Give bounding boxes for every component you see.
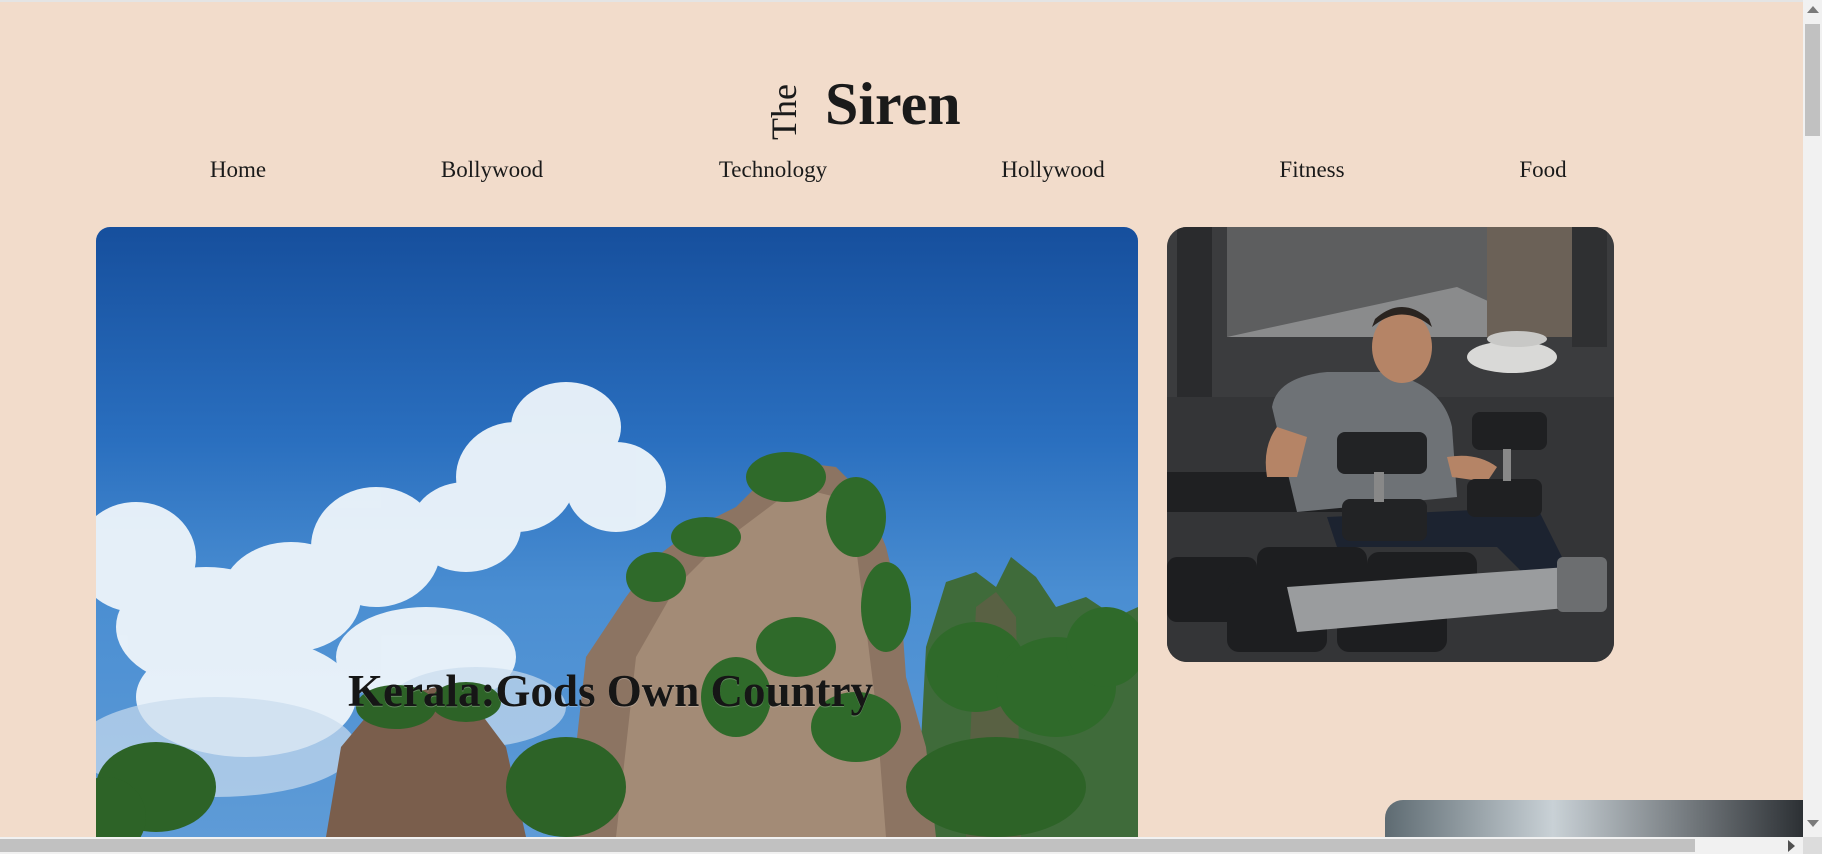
scrollbar-corner	[1803, 837, 1822, 854]
main-nav: Home Bollywood Technology Hollywood Fitn…	[0, 155, 1822, 185]
logo-the-text: The	[764, 84, 804, 140]
nav-item-food[interactable]: Food	[1519, 155, 1566, 185]
scroll-down-icon[interactable]	[1807, 820, 1819, 827]
nav-item-hollywood[interactable]: Hollywood	[1001, 155, 1105, 185]
logo-siren-text: Siren	[825, 71, 961, 137]
page-top-border	[0, 0, 1822, 2]
horizontal-scroll-thumb[interactable]	[0, 839, 1695, 852]
article-card-partial[interactable]	[1385, 800, 1805, 840]
nav-item-technology[interactable]: Technology	[719, 155, 827, 185]
nav-item-fitness[interactable]: Fitness	[1279, 155, 1344, 185]
scroll-up-icon[interactable]	[1807, 6, 1819, 13]
nav-item-bollywood[interactable]: Bollywood	[441, 155, 543, 185]
vertical-scroll-thumb[interactable]	[1805, 24, 1820, 136]
featured-article-title[interactable]: Kerala:Gods Own Country	[348, 665, 873, 717]
scroll-right-icon[interactable]	[1788, 840, 1795, 852]
fitness-article-card[interactable]	[1167, 227, 1614, 662]
vertical-scrollbar[interactable]	[1803, 0, 1822, 837]
dumbbell-workout-image	[1167, 227, 1614, 662]
nav-item-home[interactable]: Home	[210, 155, 266, 185]
site-logo[interactable]: The Siren	[0, 0, 1822, 140]
tropical-cliffs-image	[96, 382, 1138, 837]
site-header: The Siren	[0, 0, 1822, 140]
horizontal-scrollbar[interactable]	[0, 837, 1803, 854]
featured-article-card[interactable]: Kerala:Gods Own Country	[96, 227, 1138, 837]
